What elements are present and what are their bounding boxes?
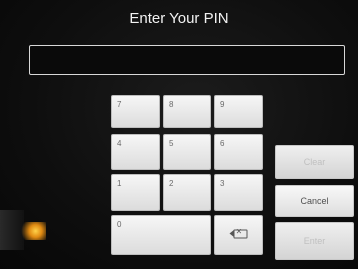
cancel-button[interactable]: Cancel (275, 185, 354, 217)
key-3[interactable]: 3 (214, 174, 263, 211)
clear-button[interactable]: Clear (275, 145, 354, 179)
backspace-icon (229, 227, 247, 239)
pin-input-field[interactable] (29, 45, 345, 75)
key-label: 5 (169, 139, 174, 148)
key-9[interactable]: 9 (214, 95, 263, 128)
cancel-button-label: Cancel (300, 196, 329, 206)
key-2[interactable]: 2 (163, 174, 211, 211)
key-label: 9 (220, 100, 225, 109)
page-title: Enter Your PIN (129, 10, 229, 27)
key-label: 7 (117, 100, 122, 109)
key-label: 2 (169, 179, 174, 188)
key-6[interactable]: 6 (214, 134, 263, 170)
key-label: 1 (117, 179, 122, 188)
key-7[interactable]: 7 (111, 95, 160, 128)
key-label: 0 (117, 220, 122, 229)
key-0[interactable]: 0 (111, 215, 211, 255)
pin-screen: Enter Your PIN 7 8 9 4 5 6 1 2 3 0 Clear… (0, 0, 358, 269)
key-8[interactable]: 8 (163, 95, 211, 128)
enter-button[interactable]: Enter (275, 222, 354, 260)
key-5[interactable]: 5 (163, 134, 211, 170)
key-label: 6 (220, 139, 225, 148)
key-label: 8 (169, 100, 174, 109)
clear-button-label: Clear (303, 157, 326, 167)
backspace-button[interactable] (214, 215, 263, 255)
key-1[interactable]: 1 (111, 174, 160, 211)
key-label: 4 (117, 139, 122, 148)
enter-button-label: Enter (303, 236, 326, 246)
indicator-light (20, 222, 46, 240)
key-4[interactable]: 4 (111, 134, 160, 170)
key-label: 3 (220, 179, 225, 188)
